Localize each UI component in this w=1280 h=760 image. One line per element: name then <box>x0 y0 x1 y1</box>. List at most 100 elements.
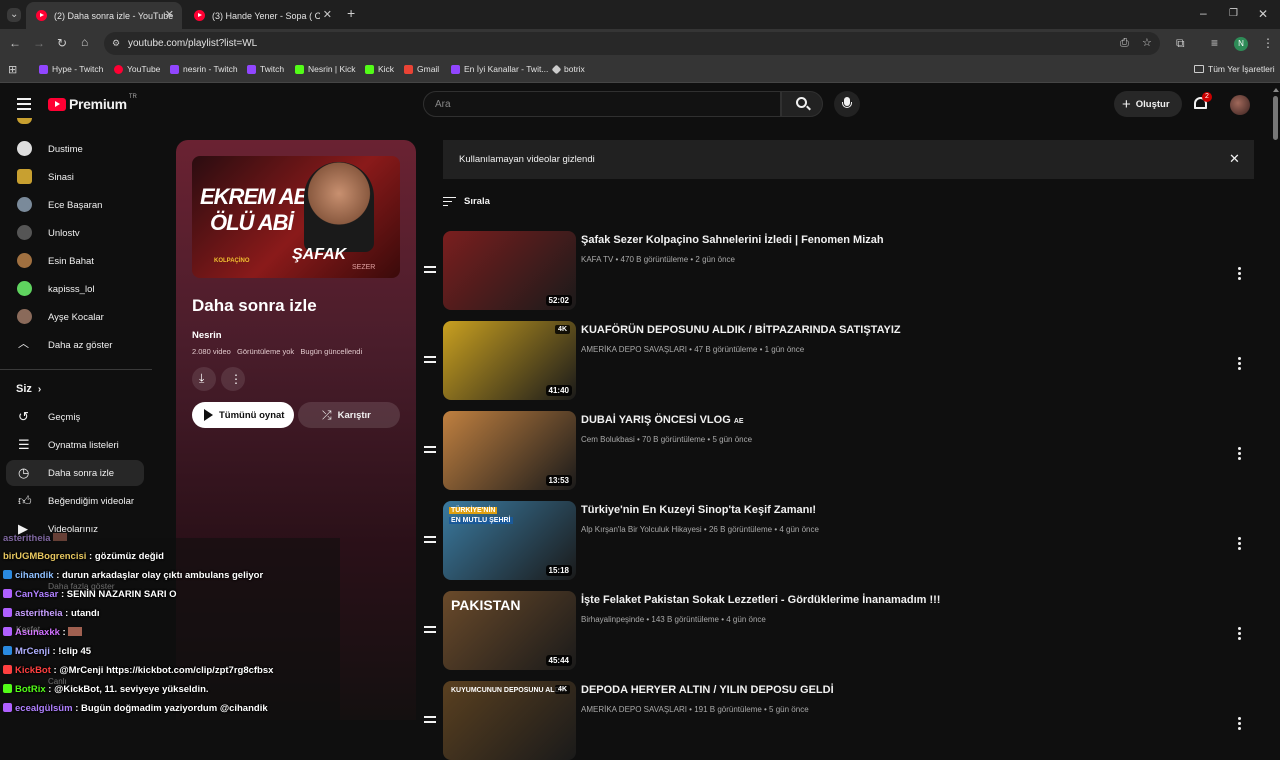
video-meta[interactable]: AMERİKA DEPO SAVAŞLARI • 47 B görüntülem… <box>581 345 804 354</box>
back-icon[interactable]: ← <box>9 37 21 49</box>
restore-icon[interactable]: ❐ <box>1229 8 1238 20</box>
sidebar-item-dustime[interactable]: Dustime <box>6 136 144 162</box>
close-banner-icon[interactable]: ✕ <box>1229 151 1240 167</box>
tab-list-chevron-icon[interactable]: ⌄ <box>7 8 22 22</box>
video-title[interactable]: DUBAİ YARIŞ ÖNCESİ VLOG AE <box>581 414 744 426</box>
video-menu-icon[interactable] <box>1238 267 1242 282</box>
video-menu-icon[interactable] <box>1238 537 1242 552</box>
bookmark-gmail[interactable]: Gmail <box>404 64 439 74</box>
drag-handle-icon[interactable] <box>424 266 436 276</box>
bookmark-kick[interactable]: Kick <box>365 64 394 74</box>
video-menu-icon[interactable] <box>1238 447 1242 462</box>
tab-title: (2) Daha sonra izle - YouTube <box>54 10 174 21</box>
scrollbar-thumb[interactable] <box>1273 96 1278 140</box>
drag-handle-icon[interactable] <box>424 356 436 366</box>
video-thumbnail[interactable]: 4K 41:40 <box>443 321 576 400</box>
video-meta[interactable]: KAFA TV • 470 B görüntüleme • 2 gün önce <box>581 255 735 264</box>
emote-icon <box>68 627 83 636</box>
bookmark-youtube[interactable]: YouTube <box>114 64 160 74</box>
video-title[interactable]: KUAFÖRÜN DEPOSUNU ALDIK / BİTPAZARINDA S… <box>581 324 901 336</box>
sidebar-item-ayse-kocalar[interactable]: Ayşe Kocalar <box>6 304 144 330</box>
video-duration: 52:02 <box>545 295 572 306</box>
play-all-button[interactable]: Tümünü oynat <box>192 402 294 428</box>
all-bookmarks[interactable]: Tüm Yer İşaretleri <box>1194 64 1275 74</box>
new-tab-button[interactable]: + <box>347 6 355 20</box>
sidebar-item-watch-later[interactable]: ◷ Daha sonra izle <box>6 460 144 486</box>
sidebar-item-kapisss-lol[interactable]: kapisss_lol <box>6 276 144 302</box>
install-app-icon[interactable]: ⎙ <box>1120 37 1129 49</box>
sidebar-item-ece-basaran[interactable]: Ece Başaran <box>6 192 144 218</box>
address-bar[interactable]: ⚙ youtube.com/playlist?list=WL ⎙ ☆ <box>104 32 1160 55</box>
chat-text: : utandı <box>65 608 100 619</box>
download-button[interactable]: ⤓ <box>192 367 216 391</box>
extensions-icon[interactable]: ⧉ <box>1176 37 1185 49</box>
voice-search-button[interactable] <box>834 91 860 117</box>
video-menu-icon[interactable] <box>1238 717 1242 732</box>
forward-icon[interactable]: → <box>33 37 45 49</box>
bookmark-nesrin-twitch[interactable]: nesrin - Twitch <box>170 64 238 74</box>
drag-handle-icon[interactable] <box>424 446 436 456</box>
video-thumbnail[interactable]: KUYUMCUNUN DEPOSUNU ALDIK 4K <box>443 681 576 760</box>
home-icon[interactable]: ⌂ <box>81 36 88 48</box>
bookmark-en-iyi-kanallar[interactable]: En İyi Kanallar - Twit... <box>451 64 548 74</box>
video-title[interactable]: Şafak Sezer Kolpaçino Sahnelerini İzledi… <box>581 234 884 246</box>
video-thumbnail[interactable]: TÜRKİYE'NİN EN MUTLU ŞEHRİ 15:18 <box>443 501 576 580</box>
bookmark-twitch[interactable]: Twitch <box>247 64 284 74</box>
video-menu-icon[interactable] <box>1238 627 1242 642</box>
profile-avatar[interactable]: N <box>1234 37 1248 51</box>
sidebar-item-esin-bahat[interactable]: Esin Bahat <box>6 248 144 274</box>
chat-username: asteritheia <box>3 533 51 544</box>
media-controls-icon[interactable]: ≡ <box>1211 37 1218 49</box>
video-meta[interactable]: AMERİKA DEPO SAVAŞLARI • 191 B görüntüle… <box>581 705 809 714</box>
sidebar-show-less[interactable]: ︿ Daha az göster <box>6 332 144 358</box>
sidebar-item-sinasi[interactable]: Sinasi <box>6 164 144 190</box>
sidebar-item-playlists[interactable]: ☰ Oynatma listeleri <box>6 432 144 458</box>
search-input[interactable]: Ara <box>435 99 451 110</box>
apps-grid-icon[interactable]: ⊞ <box>8 64 17 76</box>
drag-handle-icon[interactable] <box>424 626 436 636</box>
video-thumbnail[interactable]: PAKISTAN 45:44 <box>443 591 576 670</box>
playlist-more-button[interactable]: ⋮ <box>221 367 245 391</box>
site-info-icon[interactable]: ⚙ <box>112 37 120 49</box>
playlist-cover-thumbnail[interactable]: EKREM ABİ ÖLÜ ABİ KOLPAÇİNO ŞAFAK SEZER <box>192 156 400 278</box>
account-avatar[interactable] <box>1230 95 1250 115</box>
video-meta[interactable]: Alp Kırşan'la Bir Yolculuk Hikayesi • 26… <box>581 525 819 534</box>
create-button[interactable]: + Oluştur <box>1114 91 1182 117</box>
video-menu-icon[interactable] <box>1238 357 1242 372</box>
tab-hande-yener[interactable]: (3) Hande Yener - Sopa ( Club R ✕ <box>184 2 340 29</box>
search-box[interactable]: Ara <box>423 91 781 117</box>
close-tab-icon[interactable]: ✕ <box>165 8 174 21</box>
video-meta[interactable]: Birhayalinpeşinde • 143 B görüntüleme • … <box>581 615 766 624</box>
subscription-avatar-partial[interactable] <box>17 118 32 124</box>
shuffle-button[interactable]: ⤮ Karıştır <box>298 402 400 428</box>
sidebar-section-you[interactable]: Siz › <box>16 383 41 395</box>
drag-handle-icon[interactable] <box>424 716 436 726</box>
sidebar-item-unlostv[interactable]: Unlostv <box>6 220 144 246</box>
bookmark-botrix[interactable]: botrix <box>551 64 585 74</box>
close-window-icon[interactable]: ✕ <box>1258 8 1268 20</box>
sidebar-item-liked-videos[interactable]: 👍︎ Beğendiğim videolar <box>6 488 144 514</box>
video-title[interactable]: DEPODA HERYER ALTIN / YILIN DEPOSU GELDİ <box>581 684 834 696</box>
folder-icon <box>1194 65 1204 73</box>
close-tab-icon[interactable]: ✕ <box>323 8 332 21</box>
video-thumbnail[interactable]: 52:02 <box>443 231 576 310</box>
reload-icon[interactable]: ↻ <box>57 37 67 49</box>
sidebar-item-history[interactable]: ↺ Geçmiş <box>6 404 144 430</box>
video-title[interactable]: Türkiye'nin En Kuzeyi Sinop'ta Keşif Zam… <box>581 504 816 516</box>
bookmark-star-icon[interactable]: ☆ <box>1142 37 1152 49</box>
browser-menu-icon[interactable]: ⋮ <box>1262 37 1274 49</box>
page-scrollbar[interactable] <box>1272 84 1280 720</box>
sort-button[interactable]: Sırala <box>443 196 490 207</box>
drag-handle-icon[interactable] <box>424 536 436 546</box>
video-title[interactable]: İşte Felaket Pakistan Sokak Lezzetleri -… <box>581 594 940 606</box>
search-button[interactable] <box>781 91 823 117</box>
notifications-button[interactable]: 2 <box>1192 92 1212 113</box>
video-thumbnail[interactable]: 13:53 <box>443 411 576 490</box>
tab-watch-later[interactable]: (2) Daha sonra izle - YouTube ✕ <box>26 2 182 29</box>
playlist-owner[interactable]: Nesrin <box>192 330 222 341</box>
bookmark-nesrin-kick[interactable]: Nesrin | Kick <box>295 64 356 74</box>
video-meta[interactable]: Cem Bolukbasi • 70 B görüntüleme • 5 gün… <box>581 435 752 444</box>
bookmark-hype-twitch[interactable]: Hype - Twitch <box>39 64 103 74</box>
scroll-up-arrow-icon[interactable] <box>1273 88 1279 92</box>
minimize-icon[interactable]: – <box>1200 7 1207 19</box>
